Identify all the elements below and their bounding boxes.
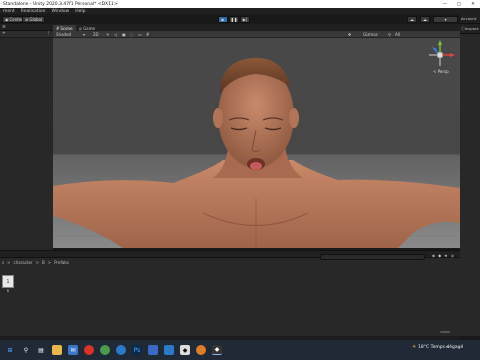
project-search-input[interactable] xyxy=(320,254,425,260)
unity-icon[interactable]: ◆ xyxy=(180,345,190,355)
zoom-slider[interactable] xyxy=(440,331,450,333)
window-title-bar: Standalone - Unity 2020.3.47f1 Personal*… xyxy=(0,0,480,8)
breadcrumb-separator: > xyxy=(47,260,52,265)
layers-dropdown[interactable]: ▾ xyxy=(433,15,458,23)
hierarchy-header: ≡ xyxy=(0,24,53,31)
maximize-button[interactable]: ▢ xyxy=(452,0,466,8)
main-toolbar: ◉ Center ⊕ Global ▶ ❚❚ ▶| ☁ ☁ ▾ xyxy=(0,14,480,24)
breadcrumb-item[interactable]: s xyxy=(2,260,4,265)
breadcrumb: s > character > B > Prefabs xyxy=(2,260,69,265)
camera-icon[interactable]: ▭ xyxy=(138,32,142,37)
scene-toolbar: Shaded ▾ 2D ☀ ◁ ▣ ◌ ▭ # ✥ Gizmos ⚲ All xyxy=(53,31,460,38)
sun-icon: ☀ xyxy=(412,345,417,350)
global-label: Global xyxy=(29,16,43,22)
shading-mode-dropdown[interactable]: Shaded xyxy=(56,32,71,37)
favorite-icon[interactable]: ★ xyxy=(444,253,448,258)
menu-item-realisation[interactable]: Realisation xyxy=(21,9,46,14)
windows-taskbar: ⊞ ⚲ ▤ ✉ Ps ◆ ◆ ☀ 18°C Temps dégagé ^ xyxy=(0,340,480,360)
tools-icon[interactable]: ✥ xyxy=(348,32,351,37)
edge-icon[interactable] xyxy=(116,345,126,355)
asset-item[interactable]: 1 B xyxy=(2,275,14,297)
account-button[interactable]: Account xyxy=(460,14,480,24)
store-icon[interactable] xyxy=(148,345,158,355)
collab-icon[interactable]: ☁ xyxy=(407,15,417,23)
game-icon: ◎ xyxy=(78,25,83,31)
hierarchy-panel: ≡ + ⋮ xyxy=(0,24,53,250)
global-local-button[interactable]: ⊕ Global xyxy=(22,15,46,23)
inspector-panel: Account ⓘ Inspect xyxy=(460,14,480,336)
hierarchy-search-row[interactable]: + ⋮ xyxy=(0,31,53,38)
pause-button[interactable]: ❚❚ xyxy=(229,15,239,23)
audio-icon[interactable]: ◁ xyxy=(114,32,117,37)
task-view-icon[interactable]: ▤ xyxy=(36,345,46,355)
more-icon[interactable]: ⋮ xyxy=(47,31,52,36)
breadcrumb-item[interactable]: character xyxy=(13,260,32,265)
scene-orientation-gizmo[interactable] xyxy=(429,40,455,66)
blender-icon[interactable] xyxy=(196,345,206,355)
explorer-icon[interactable] xyxy=(52,345,62,355)
search-icon[interactable]: ⚲ xyxy=(21,345,31,355)
window-title: Standalone - Unity 2020.3.47f1 Personal*… xyxy=(3,1,118,7)
tab-game-label: Game xyxy=(83,25,95,31)
windows-icon[interactable]: ⊞ xyxy=(5,345,15,355)
center-icon: ◉ xyxy=(5,16,9,22)
scene-tab-bar: # Scene ◎ Game xyxy=(53,24,460,31)
prefab-icon: 1 xyxy=(2,275,14,288)
mail-icon[interactable]: ✉ xyxy=(68,345,78,355)
unity-hub-icon[interactable]: ◆ xyxy=(212,345,222,355)
scene-search-input[interactable]: All xyxy=(395,32,400,37)
chrome-icon[interactable] xyxy=(100,345,110,355)
hierarchy-icon: ≡ xyxy=(2,24,6,30)
filter-type-icon[interactable]: ◈ xyxy=(432,253,435,258)
weather-widget[interactable]: ☀ 18°C Temps dégagé xyxy=(412,345,463,350)
effects-icon[interactable]: ▣ xyxy=(122,32,126,37)
lighting-icon[interactable]: ☀ xyxy=(106,32,110,37)
scene-viewport[interactable]: < Persp xyxy=(53,38,460,248)
hidden-objects-icon[interactable]: ◌ xyxy=(130,32,134,37)
project-toolbar-icons: ◈ ◆ ★ ◎ xyxy=(432,253,454,258)
tab-inspector-label: Inspect xyxy=(464,26,479,31)
filter-label-icon[interactable]: ◆ xyxy=(438,253,441,258)
grid-icon[interactable]: # xyxy=(146,32,149,37)
shading-dropdown-arrow[interactable]: ▾ xyxy=(83,32,85,37)
add-icon[interactable]: + xyxy=(2,31,6,36)
globe-icon: ⊕ xyxy=(25,16,29,22)
asset-label: B xyxy=(6,289,10,293)
breadcrumb-separator: > xyxy=(35,260,39,265)
menu-item-help[interactable]: Help xyxy=(75,9,85,14)
close-button[interactable]: ✕ xyxy=(466,0,480,8)
character-render xyxy=(53,40,460,248)
opera-icon[interactable] xyxy=(84,345,94,355)
menu-item-window[interactable]: Window xyxy=(51,9,69,14)
scene-search-icon[interactable]: ⚲ xyxy=(388,32,391,37)
mode-2d-toggle[interactable]: 2D xyxy=(93,32,99,37)
persp-label[interactable]: < Persp xyxy=(433,69,449,74)
pivot-center-label: Center xyxy=(9,16,23,22)
menu-item-ment[interactable]: ment xyxy=(3,9,15,14)
visibility-icon[interactable]: ◎ xyxy=(451,253,455,258)
project-panel: ◈ ◆ ★ ◎ s > character > B > Prefabs 1 B xyxy=(0,250,460,336)
photos-icon[interactable] xyxy=(164,345,174,355)
system-tray: ^ xyxy=(445,346,449,352)
breadcrumb-item[interactable]: B xyxy=(42,260,45,265)
breadcrumb-separator: > xyxy=(7,260,11,265)
play-button[interactable]: ▶ xyxy=(218,15,228,23)
tray-chevron-icon[interactable]: ^ xyxy=(445,346,449,352)
step-button[interactable]: ▶| xyxy=(240,15,250,23)
minimize-button[interactable]: — xyxy=(438,0,452,8)
tab-scene-label: Scene xyxy=(60,25,73,31)
scene-icon: # xyxy=(56,25,60,31)
tab-inspector[interactable]: ⓘ Inspect xyxy=(460,24,480,34)
photoshop-icon[interactable]: Ps xyxy=(132,345,142,355)
cloud-icon[interactable]: ☁ xyxy=(420,15,430,23)
breadcrumb-item[interactable]: Prefabs xyxy=(54,260,69,265)
weather-text: 18°C Temps dégagé xyxy=(418,345,464,350)
gizmos-dropdown[interactable]: Gizmos xyxy=(363,32,378,37)
